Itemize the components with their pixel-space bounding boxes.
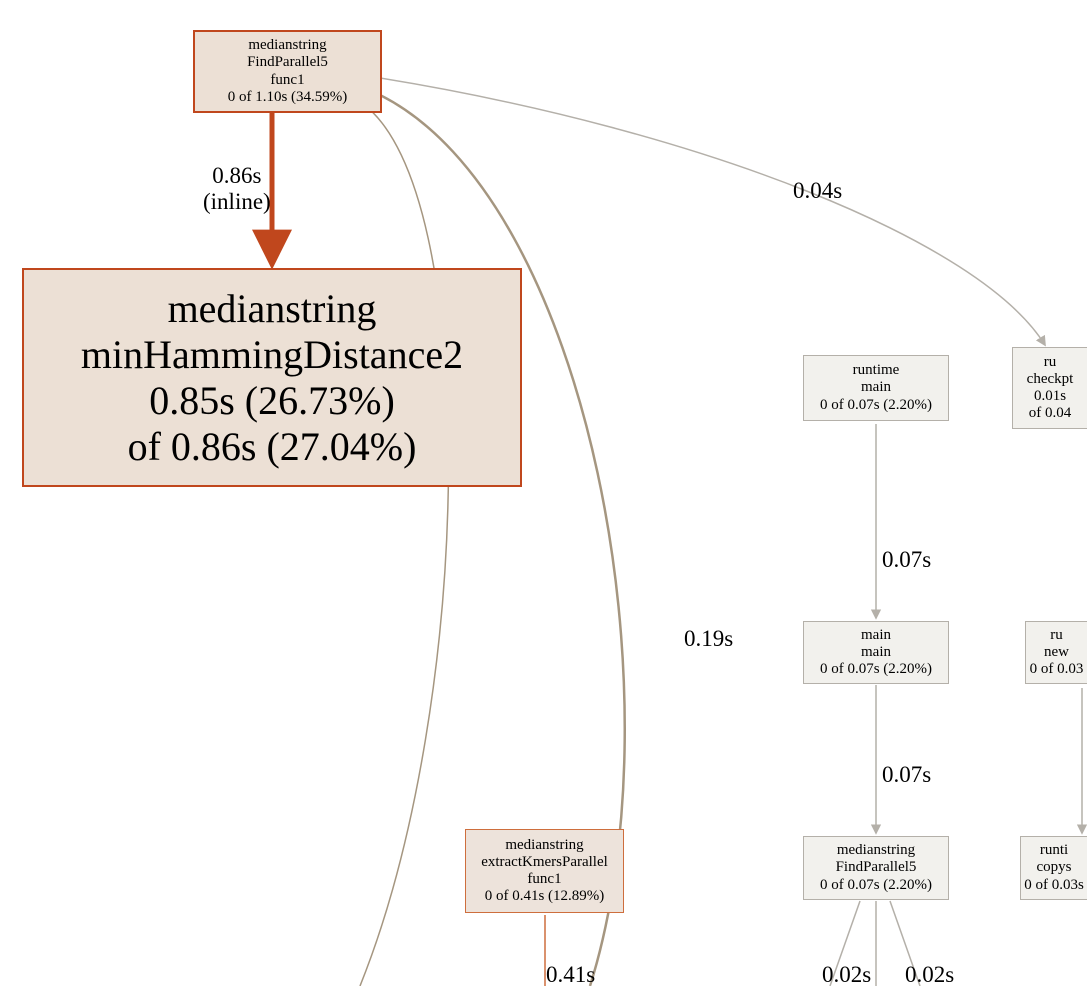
node-line: FindParallel5: [836, 859, 917, 876]
node-line: main: [861, 644, 891, 661]
node-line: 0 of 0.41s (12.89%): [485, 888, 605, 905]
edge-label-019: 0.19s: [684, 626, 733, 652]
node-line: medianstring: [248, 37, 326, 54]
node-checkptr[interactable]: ru checkpt 0.01s of 0.04: [1012, 347, 1087, 429]
node-findparallel5[interactable]: medianstring FindParallel5 0 of 0.07s (2…: [803, 836, 949, 900]
node-line: runti: [1040, 842, 1068, 859]
node-line: 0 of 0.07s (2.20%): [820, 877, 932, 894]
node-line: minHammingDistance2: [81, 332, 463, 378]
edge-label-007a: 0.07s: [882, 547, 931, 573]
node-line: new: [1044, 644, 1069, 661]
node-line: 0 of 0.03s: [1024, 877, 1084, 894]
node-line: main: [861, 379, 891, 396]
node-line: ru: [1050, 627, 1063, 644]
edge-label-086-inline: 0.86s (inline): [203, 163, 271, 216]
node-line: checkpt: [1027, 371, 1074, 388]
node-line: medianstring: [168, 286, 377, 332]
node-findparallel5-func1[interactable]: medianstring FindParallel5 func1 0 of 1.…: [193, 30, 382, 113]
node-copys[interactable]: runti copys 0 of 0.03s: [1020, 836, 1087, 900]
node-line: main: [861, 627, 891, 644]
edge-label-041: 0.41s: [546, 962, 595, 986]
node-line: ru: [1044, 354, 1057, 371]
node-line: medianstring: [505, 837, 583, 854]
node-extractkmers[interactable]: medianstring extractKmersParallel func1 …: [465, 829, 624, 913]
node-line: copys: [1037, 859, 1072, 876]
node-line: extractKmersParallel: [481, 854, 608, 871]
node-main-main[interactable]: main main 0 of 0.07s (2.20%): [803, 621, 949, 684]
node-runtime-new[interactable]: ru new 0 of 0.03: [1025, 621, 1087, 684]
node-line: 0 of 1.10s (34.59%): [228, 89, 348, 106]
node-line: medianstring: [837, 842, 915, 859]
node-line: runtime: [853, 362, 900, 379]
node-line: of 0.04: [1029, 405, 1072, 422]
node-line: of 0.86s (27.04%): [128, 424, 417, 470]
node-runtime-main[interactable]: runtime main 0 of 0.07s (2.20%): [803, 355, 949, 421]
node-line: func1: [270, 72, 304, 89]
node-line: 0.01s: [1034, 388, 1066, 405]
edge-label-002b: 0.02s: [905, 962, 954, 986]
node-line: 0 of 0.07s (2.20%): [820, 661, 932, 678]
node-minhammingdistance2[interactable]: medianstring minHammingDistance2 0.85s (…: [22, 268, 522, 487]
edge-label-002a: 0.02s: [822, 962, 871, 986]
node-line: 0.85s (26.73%): [149, 378, 395, 424]
edge-label-007b: 0.07s: [882, 762, 931, 788]
edge-label-004: 0.04s: [793, 178, 842, 204]
node-line: 0 of 0.03: [1030, 661, 1084, 678]
node-line: FindParallel5: [247, 54, 328, 71]
node-line: func1: [527, 871, 561, 888]
node-line: 0 of 0.07s (2.20%): [820, 397, 932, 414]
